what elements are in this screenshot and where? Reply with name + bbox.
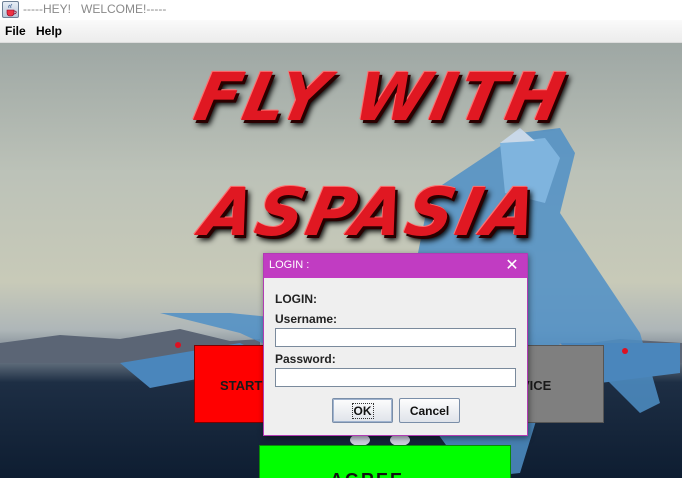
password-label: Password: [275,352,336,366]
ok-button[interactable]: OK [332,398,393,423]
username-field[interactable] [275,328,516,347]
java-cup-icon[interactable] [2,1,19,18]
hero-title-line-1: FLY WITH [188,59,574,136]
login-dialog: LOGIN : ✕ LOGIN: Username: Password: OK … [263,253,528,436]
close-icon[interactable]: ✕ [501,256,523,276]
login-heading: LOGIN: [275,292,317,306]
menu-bar: File Help [0,20,682,43]
password-field[interactable] [275,368,516,387]
login-dialog-title-bar: LOGIN : ✕ [264,254,527,278]
window-title: -----HEY! WELCOME!----- [23,2,167,16]
cancel-button[interactable]: Cancel [399,398,460,423]
hero-title-line-2: ASPASIA [194,174,548,251]
username-label: Username: [275,312,338,326]
green-button[interactable]: AGREE [259,445,511,478]
start-button-label: START [220,378,263,393]
login-dialog-title: LOGIN : [269,259,310,271]
menu-help[interactable]: Help [36,24,62,38]
menu-file[interactable]: File [5,24,26,38]
green-button-label: AGREE [330,470,404,478]
window-title-bar: -----HEY! WELCOME!----- [0,0,682,20]
ok-button-label: OK [351,402,374,419]
